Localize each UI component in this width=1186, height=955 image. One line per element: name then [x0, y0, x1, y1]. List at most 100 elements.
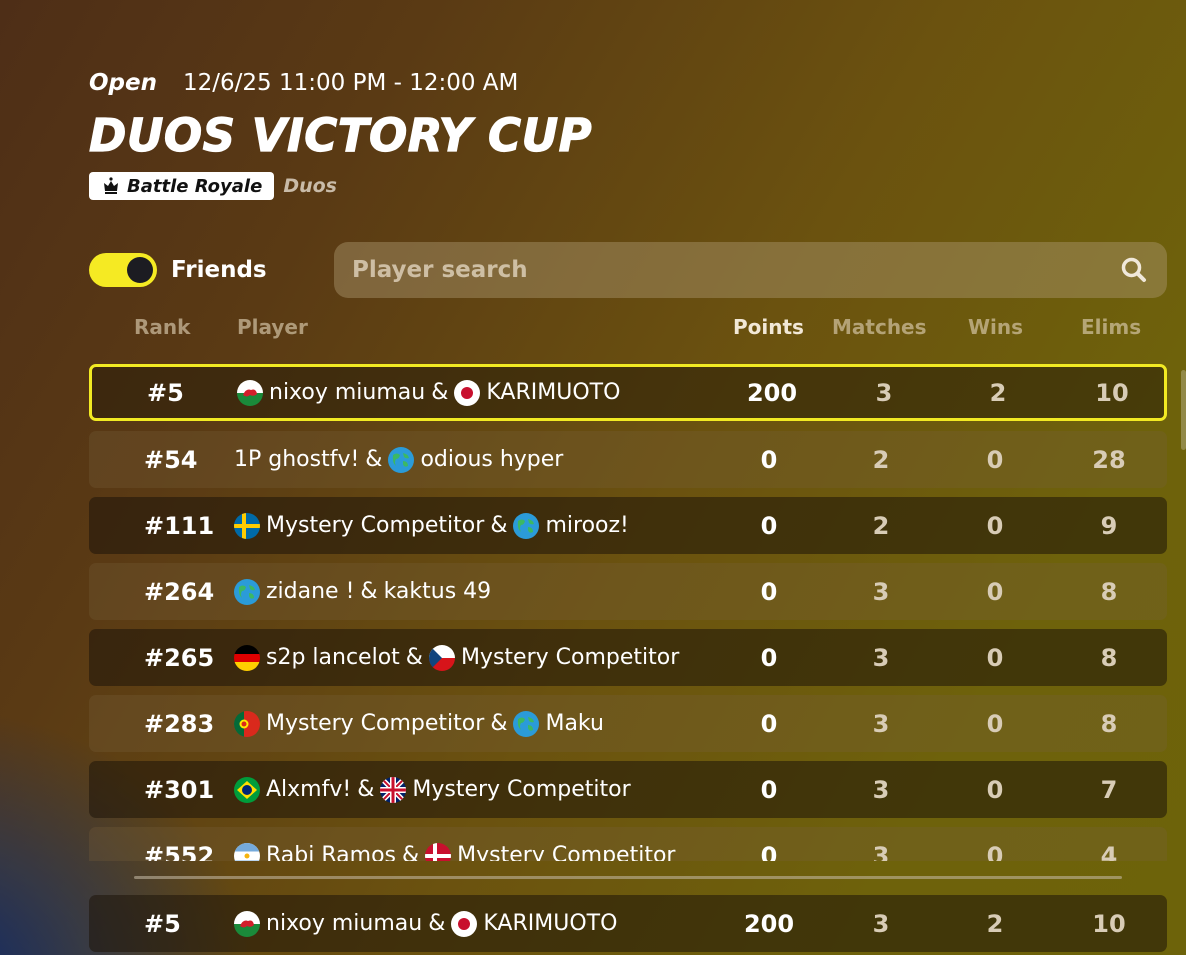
rank: #5 [144, 909, 181, 938]
divider [134, 876, 1122, 879]
portugal-flag-icon [234, 710, 260, 737]
ampersand: & [402, 843, 420, 861]
elims: 10 [1092, 909, 1126, 938]
player-1-name[interactable]: nixoy miumau [269, 380, 425, 405]
player-1-name[interactable]: 1P ghostfv! [234, 447, 359, 472]
player-1-name[interactable]: zidane ! [266, 579, 354, 604]
ampersand: & [405, 645, 423, 670]
points: 200 [746, 378, 798, 407]
event-title: DUOS VICTORY CUP [88, 109, 593, 162]
player-search-input[interactable] [352, 257, 1119, 283]
matches: 3 [872, 775, 890, 804]
wales-flag-icon [234, 910, 260, 937]
player-2-name[interactable]: KARIMUOTO [486, 380, 620, 405]
player-1-name[interactable]: Mystery Competitor [266, 711, 484, 736]
col-elims[interactable]: Elims [1081, 315, 1141, 339]
leaderboard-row[interactable]: #552 Rabi Ramos & Mystery Competitor 0 3 0 4 [89, 827, 1167, 861]
search-icon[interactable] [1119, 255, 1149, 285]
elims: 8 [1100, 709, 1118, 738]
rank: #552 [144, 841, 215, 862]
player-search-bar [334, 242, 1167, 298]
my-entry-row[interactable]: #5 nixoy miumau & KARIMUOTO 200 3 2 10 [89, 895, 1167, 952]
elims: 10 [1095, 378, 1129, 407]
points: 0 [760, 577, 778, 606]
points: 0 [760, 841, 778, 862]
col-wins[interactable]: Wins [968, 315, 1023, 339]
matches: 2 [872, 511, 890, 540]
player-pair: nixoy miumau & KARIMUOTO [237, 379, 620, 406]
toggle-knob [127, 257, 153, 283]
col-player[interactable]: Player [237, 315, 308, 339]
player-1-name[interactable]: Mystery Competitor [266, 513, 484, 538]
player-1-name[interactable]: s2p lancelot [266, 645, 400, 670]
event-header: Open 12/6/25 11:00 PM - 12:00 AM DUOS VI… [88, 70, 593, 200]
leaderboard-row-highlighted[interactable]: #5 nixoy miumau & KARIMUOTO 200 3 2 10 [89, 364, 1167, 421]
player-pair: Mystery Competitor & mirooz! [234, 512, 629, 539]
matches: 3 [872, 909, 890, 938]
player-pair: Mystery Competitor & Maku [234, 710, 604, 737]
matches: 3 [872, 841, 890, 862]
player-pair: zidane ! & kaktus 49 [234, 578, 492, 605]
player-2-name[interactable]: mirooz! [545, 513, 628, 538]
player-pair: nixoy miumau & KARIMUOTO [234, 910, 617, 937]
globe-flag-icon [513, 710, 540, 737]
rank: #301 [144, 775, 215, 804]
wins: 2 [989, 378, 1007, 407]
mode-tag: Battle Royale [89, 172, 275, 200]
leaderboard-row[interactable]: #265 s2p lancelot & Mystery Competitor 0 3 0 8 [89, 629, 1167, 686]
uk-flag-icon [380, 776, 407, 803]
mode-tag-label: Battle Royale [127, 175, 263, 197]
globe-flag-icon [388, 446, 415, 473]
points: 0 [760, 709, 778, 738]
player-1-name[interactable]: nixoy miumau [266, 911, 422, 936]
sweden-flag-icon [234, 512, 260, 539]
elims: 8 [1100, 643, 1118, 672]
points: 0 [760, 511, 778, 540]
matches: 2 [872, 445, 890, 474]
player-2-name[interactable]: Maku [545, 711, 603, 736]
denmark-flag-icon [425, 842, 452, 861]
leaderboard-row[interactable]: #264 zidane ! & kaktus 49 0 3 0 8 [89, 563, 1167, 620]
matches: 3 [872, 709, 890, 738]
rank: #111 [144, 511, 215, 540]
friends-toggle[interactable] [89, 253, 157, 287]
player-2-name[interactable]: Mystery Competitor [412, 777, 630, 802]
leaderboard-row[interactable]: #301 Alxmfv! & Mystery Competitor 0 3 0 7 [89, 761, 1167, 818]
rank: #283 [144, 709, 215, 738]
leaderboard-list[interactable]: #5 nixoy miumau & KARIMUOTO 200 3 2 10 #54 1P gho… [89, 364, 1167, 861]
ampersand: & [490, 711, 508, 736]
ampersand: & [431, 380, 449, 405]
player-2-name[interactable]: kaktus 49 [384, 579, 492, 604]
friends-label: Friends [171, 257, 267, 283]
rank: #5 [147, 378, 184, 407]
col-points[interactable]: Points [733, 315, 804, 339]
col-matches[interactable]: Matches [832, 315, 927, 339]
ampersand: & [428, 911, 446, 936]
player-1-name[interactable]: Rabi Ramos [266, 843, 396, 861]
scrollbar[interactable] [1181, 370, 1186, 450]
player-2-name[interactable]: odious hyper [420, 447, 563, 472]
player-1-name[interactable]: Alxmfv! [266, 777, 351, 802]
germany-flag-icon [234, 644, 260, 671]
leaderboard-row[interactable]: #283 Mystery Competitor & Maku 0 3 0 8 [89, 695, 1167, 752]
wins: 0 [986, 775, 1004, 804]
leaderboard-row[interactable]: #54 1P ghostfv! & odious hyper 0 2 0 28 [89, 431, 1167, 488]
player-2-name[interactable]: Mystery Competitor [457, 843, 675, 861]
elims: 7 [1100, 775, 1118, 804]
player-pair: Rabi Ramos & Mystery Competitor [234, 842, 675, 861]
points: 200 [743, 909, 795, 938]
matches: 3 [872, 643, 890, 672]
elims: 8 [1100, 577, 1118, 606]
wins: 0 [986, 841, 1004, 862]
rank: #265 [144, 643, 215, 672]
player-2-name[interactable]: Mystery Competitor [461, 645, 679, 670]
globe-flag-icon [513, 512, 540, 539]
wins: 0 [986, 643, 1004, 672]
wins: 0 [986, 445, 1004, 474]
col-rank[interactable]: Rank [134, 315, 190, 339]
player-2-name[interactable]: KARIMUOTO [483, 911, 617, 936]
czech-flag-icon [428, 644, 455, 671]
event-datetime: 12/6/25 11:00 PM - 12:00 AM [183, 70, 519, 96]
leaderboard-row[interactable]: #111 Mystery Competitor & mirooz! 0 2 0 9 [89, 497, 1167, 554]
ampersand: & [490, 513, 508, 538]
